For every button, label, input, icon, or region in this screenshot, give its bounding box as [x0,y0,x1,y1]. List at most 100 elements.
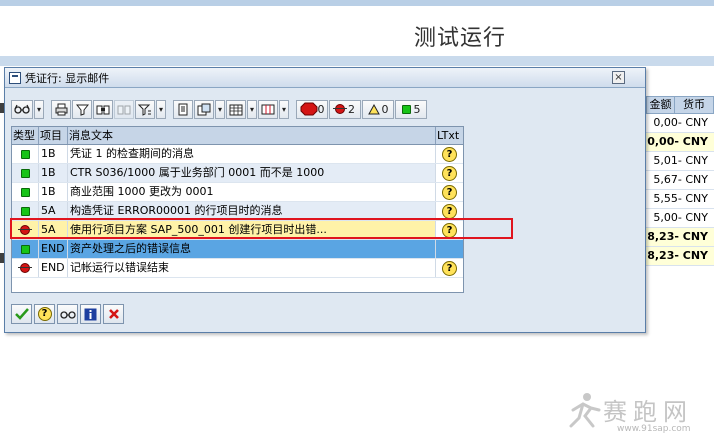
print-icon[interactable] [51,99,71,119]
column-header-ltxt[interactable]: LTxt [436,127,463,144]
dropdown-arrow-icon[interactable]: ▾ [34,99,44,119]
dropdown-arrow-icon[interactable]: ▾ [156,99,166,119]
dialog-title: 凭证行: 显示邮件 [25,71,110,85]
status-cell [12,164,39,182]
ltxt-cell: ? [436,164,463,182]
table-row[interactable]: 5,01- CNY [646,152,714,171]
checkmark-icon [14,308,29,320]
item-cell: 1B [39,164,68,182]
background-toolbar-band [0,0,714,6]
window-icon [9,71,21,84]
background-header [0,0,714,56]
long-text-icon[interactable]: ? [442,260,457,276]
layout-icon[interactable] [258,99,278,119]
spreadsheet-icon[interactable] [226,99,246,119]
message-text-cell: 资产处理之后的错误信息 [68,240,436,258]
stop-count: 0 [317,102,325,116]
green-light-icon [20,168,30,178]
red-light-icon [18,263,32,273]
background-band [0,56,714,66]
table-row[interactable]: 1B CTR S036/1000 属于业务部门 0001 而不是 1000 ? [12,164,463,183]
warning-triangle-icon [367,103,380,114]
column-header-amount[interactable]: 金额 [647,97,675,113]
success-filter-button[interactable]: 5 [395,99,427,119]
cancel-x-icon [108,309,119,319]
green-light-icon [20,149,30,159]
ltxt-cell: ? [436,259,463,277]
warning-count: 0 [381,102,389,116]
table-row[interactable]: 8,23- CNY [646,228,714,247]
message-text-cell: 记帐运行以错误结束 [68,259,436,277]
message-text-cell: CTR S036/1000 属于业务部门 0001 而不是 1000 [68,164,436,182]
find-next-icon[interactable] [114,99,134,119]
page-title: 测试运行 [414,26,507,51]
warning-filter-button[interactable]: 0 [362,99,394,119]
message-table: 类型 项目 消息文本 LTxt 1B 凭证 1 的检查期间的消息 ? 1B CT… [11,126,464,293]
background-table-header: 金额 货币 [646,96,714,114]
item-cell: END [39,240,68,258]
status-cell [12,259,39,277]
dropdown-arrow-icon[interactable]: ▾ [247,99,257,119]
filter-icon[interactable] [72,99,92,119]
dialog-title-bar[interactable]: 凭证行: 显示邮件 [5,68,645,88]
long-text-button[interactable]: ? [34,304,55,324]
table-row[interactable]: 5,67- CNY [646,171,714,190]
status-cell [12,183,39,201]
info-button[interactable] [80,304,101,324]
cancel-button[interactable] [103,304,124,324]
dialog-button-bar: ? [11,304,126,324]
green-light-icon [20,187,30,197]
table-row[interactable]: 5,55- CNY [646,190,714,209]
long-text-icon[interactable]: ? [442,203,457,219]
table-row[interactable]: END 资产处理之后的错误信息 [12,240,463,259]
watermark: 赛跑网 www.91sap.com [565,388,705,438]
long-text-icon[interactable]: ? [442,146,457,162]
runner-logo-icon [569,393,601,428]
table-row[interactable]: END 记帐运行以错误结束 ? [12,259,463,278]
column-header-message-text[interactable]: 消息文本 [68,127,436,144]
success-count: 5 [413,102,421,116]
column-header-type[interactable]: 类型 [12,127,39,144]
glasses-icon[interactable] [11,99,33,119]
table-row[interactable]: 0,00- CNY [646,114,714,133]
item-cell: 1B [39,145,68,163]
stop-filter-button[interactable]: 0 [296,99,328,119]
column-header-currency[interactable]: 货币 [675,97,713,113]
continue-button[interactable] [11,304,32,324]
long-text-icon[interactable]: ? [442,165,457,181]
message-text-cell: 凭证 1 的检查期间的消息 [68,145,436,163]
watermark-text: 赛跑网 [603,398,693,426]
item-cell: 1B [39,183,68,201]
dropdown-arrow-icon[interactable]: ▾ [215,99,225,119]
dropdown-arrow-icon[interactable]: ▾ [279,99,289,119]
table-row[interactable]: 5,00- CNY [646,209,714,228]
error-filter-button[interactable]: 2 [329,99,361,119]
message-text-cell: 商业范围 1000 更改为 0001 [68,183,436,201]
table-empty-area [12,278,463,292]
set-filter-icon[interactable] [135,99,155,119]
green-light-icon [20,244,30,254]
stop-sign-icon [300,102,317,116]
status-cell [12,240,39,258]
watermark-url: www.91sap.com [617,424,691,434]
table-row[interactable]: 8,23- CNY [646,247,714,266]
column-header-item[interactable]: 项目 [39,127,68,144]
status-cell [12,145,39,163]
table-row[interactable]: 0,00- CNY [646,133,714,152]
document-icon[interactable] [173,99,193,119]
success-light-icon [401,104,411,114]
display-button[interactable] [57,304,78,324]
error-highlight-box [10,218,513,239]
error-light-icon [333,104,347,114]
find-icon[interactable] [93,99,113,119]
long-text-icon[interactable]: ? [442,184,457,200]
table-row[interactable]: 1B 商业范围 1000 更改为 0001 ? [12,183,463,202]
help-icon: ? [37,307,52,321]
ltxt-cell [436,240,463,258]
background-table: 金额 货币 0,00- CNY 0,00- CNY 5,01- CNY 5,67… [646,96,714,266]
table-header: 类型 项目 消息文本 LTxt [12,127,463,145]
table-row[interactable]: 1B 凭证 1 的检查期间的消息 ? [12,145,463,164]
dialog-toolbar: ▾ ▾ ▾ ▾ ▾ 0 2 0 5 [11,98,428,120]
export-icon[interactable] [194,99,214,119]
close-button[interactable]: × [612,71,625,84]
